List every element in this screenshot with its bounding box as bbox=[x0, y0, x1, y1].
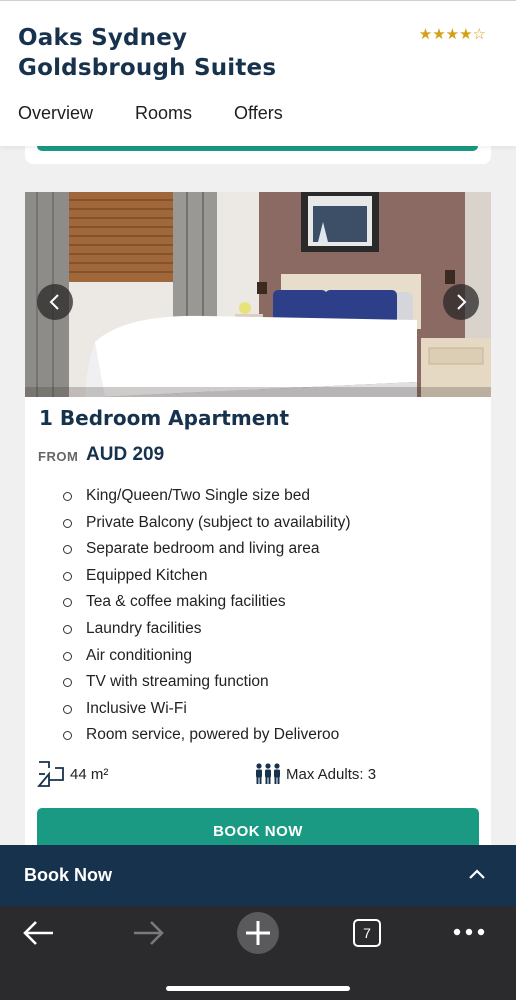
bullet-icon bbox=[63, 518, 72, 528]
star-rating: ★★★★☆ bbox=[418, 26, 486, 43]
bullet-icon bbox=[63, 678, 72, 688]
hotel-name: Oaks Sydney Goldsbrough Suites bbox=[18, 25, 277, 81]
list-item: Laundry facilities bbox=[63, 618, 350, 645]
bullet-icon bbox=[63, 598, 72, 608]
section-nav: Overview Rooms Offers bbox=[18, 103, 325, 124]
bullet-icon bbox=[63, 492, 72, 501]
room-photo bbox=[25, 192, 491, 397]
list-item: Room service, powered by Deliveroo bbox=[63, 724, 350, 751]
forward-arrow-icon[interactable] bbox=[131, 919, 165, 947]
browser-toolbar: 7 bbox=[0, 906, 516, 1000]
room-size: 44 m² bbox=[70, 766, 109, 783]
book-now-bar[interactable]: Book Now bbox=[0, 845, 516, 906]
list-item: Private Balcony (subject to availability… bbox=[63, 512, 350, 539]
list-item: Air conditioning bbox=[63, 645, 350, 672]
room-card: 1 Bedroom Apartment FROM AUD 209 King/Qu… bbox=[25, 192, 491, 862]
room-title: 1 Bedroom Apartment bbox=[39, 406, 290, 430]
bullet-icon bbox=[63, 545, 72, 555]
list-item: Equipped Kitchen bbox=[63, 565, 350, 592]
list-item: TV with streaming function bbox=[63, 671, 350, 698]
hotel-header: Oaks Sydney Goldsbrough Suites ★★★★☆ Ove… bbox=[0, 0, 516, 146]
bullet-icon bbox=[63, 624, 72, 634]
adults-icon bbox=[256, 763, 280, 784]
chevron-left-icon bbox=[49, 294, 59, 310]
list-item: Tea & coffee making facilities bbox=[63, 591, 350, 618]
home-indicator bbox=[166, 986, 350, 991]
back-arrow-icon[interactable] bbox=[22, 919, 56, 947]
max-adults: Max Adults: 3 bbox=[286, 766, 377, 783]
chevron-up-icon[interactable] bbox=[468, 867, 486, 881]
amenity-list: King/Queen/Two Single size bed Private B… bbox=[63, 485, 350, 751]
carousel-next-button[interactable] bbox=[443, 284, 479, 320]
bullet-icon bbox=[63, 731, 72, 741]
tab-count-button[interactable]: 7 bbox=[353, 919, 381, 947]
bedroom-image bbox=[25, 192, 491, 397]
more-options-icon[interactable] bbox=[452, 927, 486, 937]
from-label: FROM bbox=[38, 449, 79, 464]
list-item: Separate bedroom and living area bbox=[63, 538, 350, 565]
list-item: Inclusive Wi-Fi bbox=[63, 698, 350, 725]
carousel-prev-button[interactable] bbox=[37, 284, 73, 320]
tab-overview[interactable]: Overview bbox=[18, 103, 93, 124]
floor-plan-icon bbox=[37, 761, 64, 787]
room-price: AUD 209 bbox=[86, 444, 165, 465]
chevron-right-icon bbox=[457, 294, 467, 310]
list-item: King/Queen/Two Single size bed bbox=[63, 485, 350, 512]
book-now-bar-label: Book Now bbox=[24, 865, 112, 885]
bullet-icon bbox=[63, 704, 72, 714]
tab-rooms[interactable]: Rooms bbox=[135, 103, 192, 124]
new-tab-icon[interactable] bbox=[236, 911, 280, 955]
bullet-icon bbox=[63, 571, 72, 581]
bullet-icon bbox=[63, 651, 72, 661]
tab-offers[interactable]: Offers bbox=[234, 103, 283, 124]
